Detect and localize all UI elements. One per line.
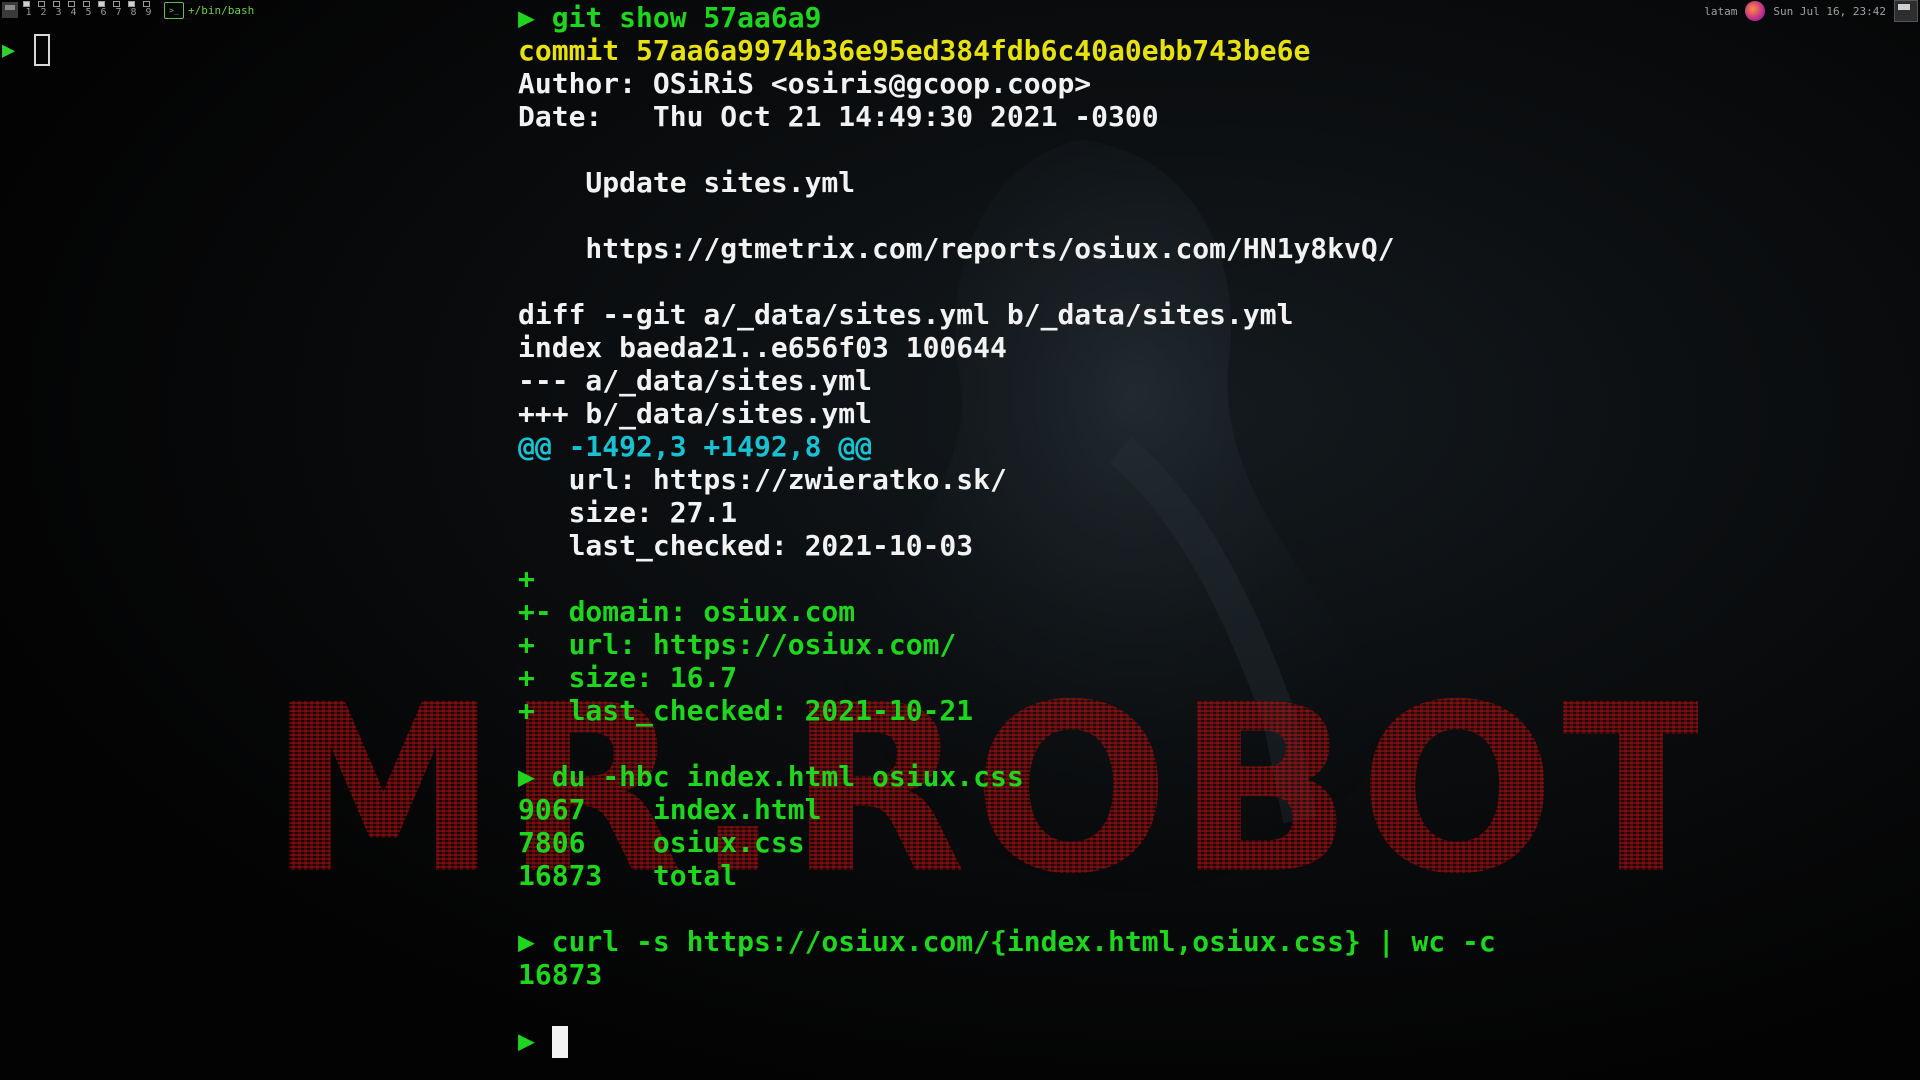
terminal-text: Date: Thu Oct 21 14:49:30 2021 -0300 <box>518 100 1159 133</box>
left-pane-prompt: ▶ <box>2 38 16 63</box>
terminal-line: @@ -1492,3 +1492,8 @@ <box>518 430 872 463</box>
desktop: MR.ROBOT 123456789 >_ +/bin/bash latam S… <box>0 0 1920 1080</box>
keyboard-layout-indicator[interactable]: latam <box>1704 5 1737 18</box>
workspace-4[interactable]: 4 <box>67 1 80 19</box>
terminal-text: 16873 total <box>518 859 738 892</box>
terminal-text: diff --git a/_data/sites.yml b/_data/sit… <box>518 298 1294 331</box>
terminal-text: Update sites.yml <box>518 166 856 199</box>
terminal-line: 16873 total <box>518 859 737 892</box>
terminal-text: ▶ curl -s https://osiux.com/{index.html,… <box>518 925 1496 958</box>
terminal-text: + size: 16.7 <box>518 661 738 694</box>
top-bar: 123456789 >_ +/bin/bash latam Sun Jul 16… <box>0 0 1920 22</box>
terminal-text: + last_checked: 2021-10-21 <box>518 694 974 727</box>
terminal-text: size: 27.1 <box>518 496 738 529</box>
terminal-line: commit 57aa6a9974b36e95ed384fdb6c40a0ebb… <box>518 34 1310 67</box>
terminal-text: 7806 osiux.css <box>518 826 805 859</box>
terminal-text: + <box>518 562 535 595</box>
terminal-text: https://gtmetrix.com/reports/osiux.com/H… <box>518 232 1395 265</box>
terminal-text: --- a/_data/sites.yml <box>518 364 873 397</box>
terminal-line: ▶ curl -s https://osiux.com/{index.html,… <box>518 925 1496 958</box>
workspace-3[interactable]: 3 <box>52 1 65 19</box>
terminal-line: 16873 <box>518 958 602 991</box>
layout-icon[interactable] <box>2 2 18 18</box>
workspace-5[interactable]: 5 <box>82 1 95 19</box>
terminal-line: +- domain: osiux.com <box>518 595 855 628</box>
left-pane-cursor[interactable] <box>34 34 50 66</box>
firefox-icon[interactable] <box>1745 1 1766 21</box>
terminal-icon: >_ <box>164 2 184 19</box>
terminal-text: Author: OSiRiS <osiris@gcoop.coop> <box>518 67 1092 100</box>
terminal-text: 9067 index.html <box>518 793 822 826</box>
terminal-line: --- a/_data/sites.yml <box>518 364 872 397</box>
terminal-line: last_checked: 2021-10-03 <box>518 529 974 562</box>
terminal-cursor[interactable] <box>552 1026 568 1058</box>
workspace-9[interactable]: 9 <box>142 1 155 19</box>
terminal-line: ▶ <box>518 1024 568 1058</box>
terminal-text: ▶ git show 57aa6a9 <box>518 1 822 34</box>
terminal-line: Author: OSiRiS <osiris@gcoop.coop> <box>518 67 1091 100</box>
terminal-text: commit 57aa6a9974b36e95ed384fdb6c40a0ebb… <box>518 34 1311 67</box>
terminal-text: ▶ <box>518 1024 535 1057</box>
terminal-line: + url: https://osiux.com/ <box>518 628 956 661</box>
workspace-6[interactable]: 6 <box>97 1 110 19</box>
clock[interactable]: Sun Jul 16, 23:42 <box>1773 5 1886 18</box>
workspace-8[interactable]: 8 <box>127 1 140 19</box>
workspace-list: 123456789 <box>22 1 155 19</box>
system-tray-icon[interactable] <box>1894 0 1918 22</box>
workspace-7[interactable]: 7 <box>112 1 125 19</box>
terminal-text: +- domain: osiux.com <box>518 595 856 628</box>
terminal-line: + <box>518 562 535 595</box>
terminal-line: + last_checked: 2021-10-21 <box>518 694 973 727</box>
status-area: latam Sun Jul 16, 23:42 <box>1704 0 1920 22</box>
terminal-text: index baeda21..e656f03 100644 <box>518 331 1007 364</box>
window-title: +/bin/bash <box>188 4 255 17</box>
terminal-text: last_checked: 2021-10-03 <box>518 529 974 562</box>
terminal-text: + url: https://osiux.com/ <box>518 628 957 661</box>
terminal-line: 9067 index.html <box>518 793 821 826</box>
terminal-line: +++ b/_data/sites.yml <box>518 397 872 430</box>
terminal-line: index baeda21..e656f03 100644 <box>518 331 1007 364</box>
workspace-2[interactable]: 2 <box>37 1 50 19</box>
terminal-line: https://gtmetrix.com/reports/osiux.com/H… <box>518 232 1395 265</box>
terminal-line: ▶ git show 57aa6a9 <box>518 1 821 34</box>
terminal-text: ▶ du -hbc index.html osiux.css <box>518 760 1024 793</box>
terminal-text: +++ b/_data/sites.yml <box>518 397 873 430</box>
terminal-line: url: https://zwieratko.sk/ <box>518 463 1007 496</box>
terminal-line: Date: Thu Oct 21 14:49:30 2021 -0300 <box>518 100 1159 133</box>
workspace-1[interactable]: 1 <box>22 1 35 19</box>
terminal-line: size: 27.1 <box>518 496 738 529</box>
terminal-line: diff --git a/_data/sites.yml b/_data/sit… <box>518 298 1293 331</box>
terminal-text: 16873 <box>518 958 603 991</box>
terminal-text: url: https://zwieratko.sk/ <box>518 463 1007 496</box>
terminal-line: + size: 16.7 <box>518 661 737 694</box>
terminal-line: ▶ du -hbc index.html osiux.css <box>518 760 1024 793</box>
terminal-text: @@ -1492,3 +1492,8 @@ <box>518 430 873 463</box>
terminal-line: Update sites.yml <box>518 166 855 199</box>
terminal-line: 7806 osiux.css <box>518 826 805 859</box>
